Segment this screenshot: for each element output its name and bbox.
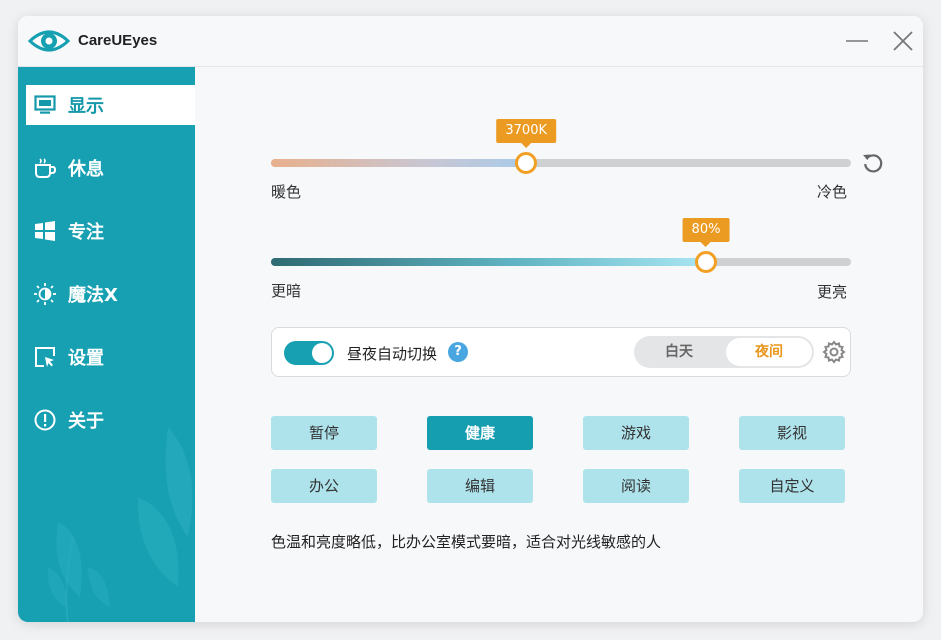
day-option[interactable]: 白天	[636, 338, 722, 366]
monitor-icon	[32, 92, 58, 118]
sidebar-item-focus[interactable]: 专注	[26, 211, 195, 251]
sidebar-item-label: 休息	[68, 159, 104, 180]
sidebar-item-rest[interactable]: 休息	[26, 148, 195, 188]
mode-office-button[interactable]: 办公	[271, 469, 377, 503]
slider-fill	[271, 258, 706, 266]
auto-switch-toggle[interactable]	[284, 341, 334, 365]
mode-custom-button[interactable]: 自定义	[739, 469, 845, 503]
slider-thumb[interactable]	[515, 152, 538, 174]
sun-moon-icon	[32, 281, 58, 307]
slider-fill	[271, 159, 527, 167]
close-button[interactable]	[890, 28, 916, 54]
minimize-button[interactable]	[844, 28, 870, 54]
sidebar-item-label: 设置	[68, 348, 104, 369]
auto-switch-label: 昼夜自动切换	[347, 345, 438, 363]
brightness-slider[interactable]	[271, 250, 851, 274]
slider-thumb[interactable]	[695, 251, 717, 273]
mode-edit-button[interactable]: 编辑	[427, 469, 533, 503]
sidebar-item-settings[interactable]: 设置	[26, 337, 195, 377]
warm-label: 暖色	[271, 183, 302, 201]
sidebar-item-label: 魔法X	[68, 285, 118, 306]
sidebar-item-about[interactable]: 关于	[26, 400, 195, 440]
sidebar-item-label: 关于	[68, 411, 104, 432]
sidebar-item-label: 显示	[68, 96, 104, 117]
mode-movie-button[interactable]: 影视	[739, 416, 845, 450]
mode-pause-button[interactable]: 暂停	[271, 416, 377, 450]
mode-health-button[interactable]: 健康	[427, 416, 533, 450]
toggle-knob	[312, 343, 332, 363]
mode-description: 色温和亮度略低，比办公室模式要暗，适合对光线敏感的人	[271, 533, 662, 551]
app-window: CareUEyes 显示 休息 专注 魔法X 设置 关于 3700K 暖色 冷色…	[18, 16, 923, 622]
sidebar: 显示 休息 专注 魔法X 设置 关于	[18, 67, 195, 622]
coffee-cup-icon	[32, 155, 58, 181]
brightness-value-badge: 80%	[682, 218, 730, 247]
sidebar-item-label: 专注	[68, 222, 104, 243]
app-title: CareUEyes	[78, 32, 158, 49]
info-icon	[32, 407, 58, 433]
reset-icon[interactable]	[861, 151, 885, 175]
mode-read-button[interactable]: 阅读	[583, 469, 689, 503]
sidebar-item-display[interactable]: 显示	[26, 85, 195, 125]
cool-label: 冷色	[817, 183, 848, 201]
windows-logo-icon	[32, 218, 58, 244]
main-content: 3700K 暖色 冷色 80% 更暗 更亮 昼夜自动切换 ? 白天 夜间 暂停 …	[195, 67, 923, 622]
color-temp-slider[interactable]	[271, 151, 851, 175]
night-option[interactable]: 夜间	[726, 338, 812, 366]
help-icon[interactable]: ?	[448, 342, 468, 362]
day-night-panel: 昼夜自动切换 ? 白天 夜间	[271, 327, 851, 377]
cursor-window-icon	[32, 344, 58, 370]
color-temp-value-badge: 3700K	[496, 119, 556, 148]
darker-label: 更暗	[271, 282, 302, 300]
title-bar: CareUEyes	[18, 16, 923, 67]
gear-icon[interactable]	[822, 340, 846, 364]
mode-game-button[interactable]: 游戏	[583, 416, 689, 450]
day-night-segmented: 白天 夜间	[634, 336, 814, 368]
sidebar-item-magic[interactable]: 魔法X	[26, 274, 195, 314]
eye-logo-icon	[28, 30, 70, 52]
brighter-label: 更亮	[817, 283, 848, 301]
